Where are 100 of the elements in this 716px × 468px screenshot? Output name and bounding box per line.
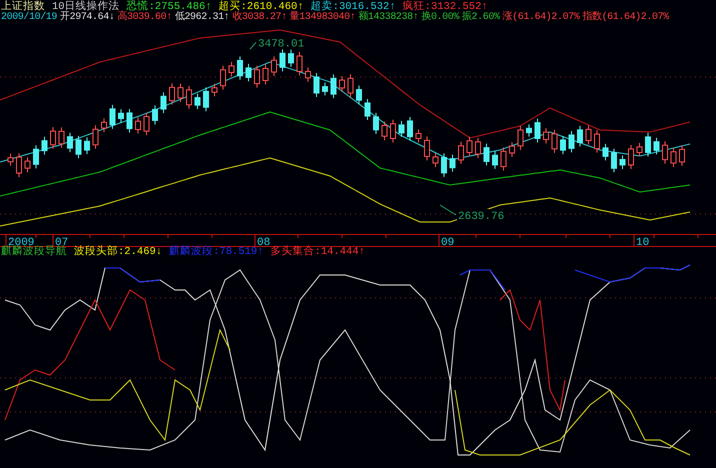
quote-value: 低2962.31↑: [174, 12, 230, 23]
indicator-value: 麒麟波段:78.519↑: [169, 247, 264, 258]
candlestick: [348, 74, 354, 98]
candlestick: [492, 150, 498, 170]
leader-line: [440, 204, 456, 216]
candlestick: [577, 125, 583, 147]
candlestick: [407, 116, 413, 142]
candlestick: [160, 92, 166, 114]
candlestick: [330, 74, 336, 99]
candlestick: [296, 52, 302, 76]
candlestick: [144, 112, 150, 136]
quote-value: 振2.60%: [462, 12, 500, 23]
candlestick: [288, 49, 294, 68]
candlestick: [271, 56, 277, 77]
candlestick: [398, 120, 404, 138]
candlestick: [586, 124, 592, 146]
candlestick: [568, 130, 574, 153]
candlestick: [560, 135, 566, 155]
candlestick: [178, 83, 184, 102]
candlestick: [67, 132, 73, 153]
quote-value: 收3038.27↑: [232, 12, 287, 23]
candlestick: [620, 155, 626, 170]
candlestick: [50, 126, 56, 150]
candlestick: [466, 136, 472, 157]
candlestick: [42, 136, 48, 156]
date-label: 08: [257, 237, 270, 247]
candlestick: [126, 108, 132, 134]
candlestick: [322, 82, 328, 96]
quote-value: 换0.00%: [421, 12, 459, 23]
candlestick: [101, 118, 107, 133]
candlestick: [518, 125, 524, 150]
candlestick: [262, 64, 268, 85]
indicator-value: 恐慌:2755.486↑: [126, 2, 212, 12]
quote-value: 开2974.64↓: [60, 12, 114, 23]
candlestick: [662, 140, 668, 164]
date-label: 09: [441, 237, 454, 247]
candlestick: [33, 144, 39, 169]
indicator-value: 上证指数: [1, 2, 45, 12]
candlestick: [254, 65, 260, 88]
candlestick: [500, 146, 506, 172]
quote-value: 涨(61.64)2.07%: [502, 12, 580, 23]
quote-value: 高3039.60↑: [117, 12, 172, 23]
price-label: 2639.76: [458, 211, 504, 223]
candlestick: [475, 137, 481, 159]
candlestick: [8, 153, 14, 166]
candlestick: [509, 142, 515, 158]
candlestick: [246, 63, 252, 82]
indicator-value: 波段头部:2.469↓: [74, 247, 162, 258]
candlestick: [186, 85, 192, 110]
candlestick: [628, 144, 634, 170]
indicator-value: 麒麟波段导航: [1, 247, 67, 258]
indicator-value: 超卖:3016.532↑: [310, 2, 396, 12]
candlestick: [594, 130, 600, 154]
candlestick: [679, 144, 685, 166]
indicator-value: 超买:2610.460↑: [218, 2, 304, 12]
candlestick: [24, 156, 30, 173]
candlestick: [534, 118, 540, 144]
candlestick: [92, 124, 98, 150]
candlestick: [450, 154, 456, 172]
quote-value: 额14338238↑: [358, 12, 418, 23]
candlestick: [135, 116, 141, 134]
candlestick: [636, 142, 642, 157]
leader-line: [250, 42, 256, 50]
candlestick: [194, 93, 200, 110]
candlestick: [356, 85, 362, 105]
candlestick: [152, 104, 158, 125]
candlestick: [611, 148, 617, 173]
candlestick: [76, 135, 82, 159]
indicator-value: 10日线操作法: [52, 2, 120, 12]
candlestick: [373, 112, 379, 134]
candlestick: [118, 108, 124, 124]
candlestick: [543, 128, 549, 144]
candlestick: [220, 65, 226, 90]
candlestick: [203, 86, 209, 112]
price-label: 3478.01: [258, 38, 304, 50]
indicator-value: 多头集合:14.444↑: [270, 247, 365, 258]
candlestick: [382, 120, 388, 141]
candlestick: [458, 141, 464, 164]
candlestick: [314, 72, 320, 98]
candlestick: [58, 126, 64, 148]
candlestick: [212, 83, 218, 97]
candlestick: [432, 152, 438, 168]
candlestick: [169, 82, 175, 106]
candlestick: [390, 119, 396, 143]
quote-value: 量134983040↑: [290, 12, 356, 23]
indicator-value: 疯狂:3132.552↑: [402, 2, 488, 12]
quote-value: 2009/10/19: [1, 12, 58, 23]
date-label: 07: [55, 237, 68, 247]
candlestick: [364, 98, 370, 121]
candlestick: [424, 136, 430, 161]
candlestick: [602, 143, 608, 161]
candlestick: [552, 129, 558, 154]
candlestick: [280, 48, 286, 72]
candlestick: [645, 132, 651, 157]
candlestick: [16, 152, 22, 178]
date-label: 2009: [8, 237, 34, 247]
candlestick: [654, 137, 660, 155]
candlestick: [305, 67, 311, 82]
candlestick: [670, 147, 676, 168]
candlestick: [484, 143, 490, 166]
